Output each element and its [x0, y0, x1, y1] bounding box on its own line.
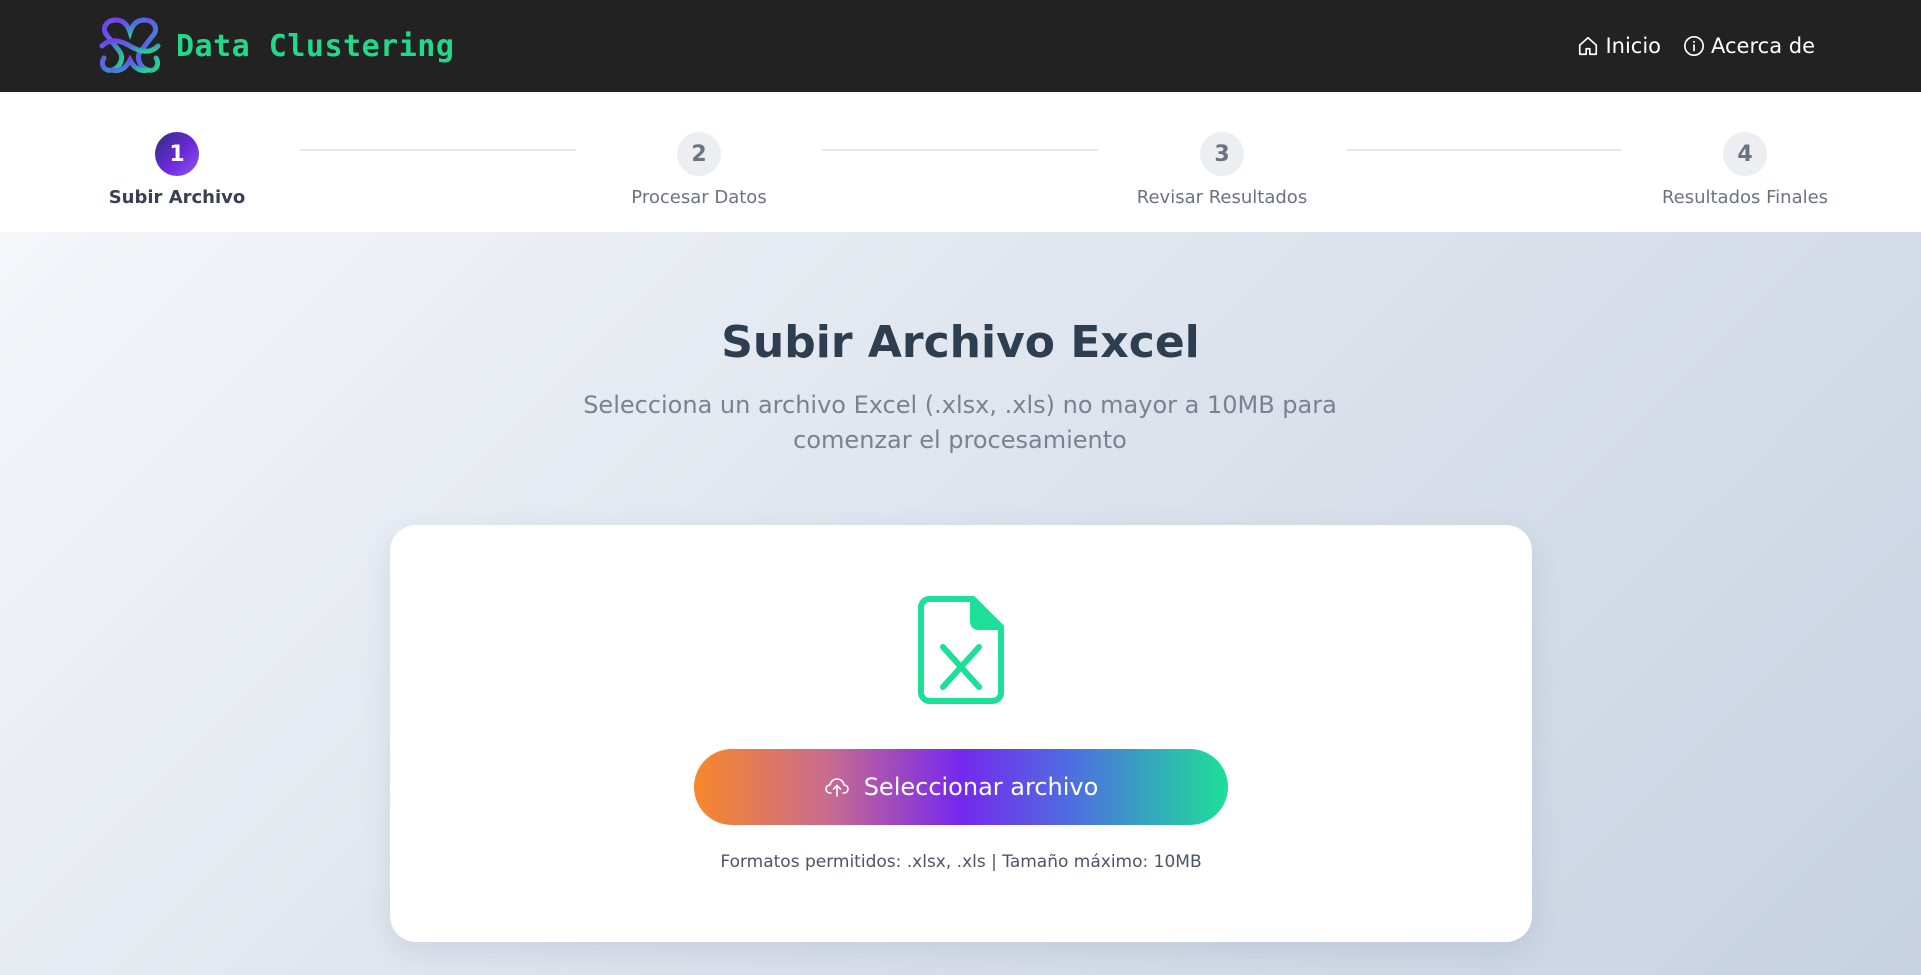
- main-content: Subir Archivo Excel Selecciona un archiv…: [0, 232, 1921, 975]
- page-subtitle: Selecciona un archivo Excel (.xlsx, .xls…: [583, 391, 1337, 454]
- nav-link-inicio[interactable]: Inicio: [1577, 34, 1661, 58]
- nav-link-acerca-de[interactable]: Acerca de: [1683, 34, 1815, 58]
- step-number: 1: [155, 132, 199, 176]
- brand-name: Data Clustering: [176, 28, 455, 64]
- step-number: 4: [1723, 132, 1767, 176]
- select-file-button[interactable]: Seleccionar archivo: [694, 749, 1228, 825]
- excel-file-icon: [917, 595, 1005, 705]
- select-file-label: Seleccionar archivo: [863, 773, 1099, 801]
- nav-label-acerca-de: Acerca de: [1711, 34, 1815, 58]
- main-nav: Inicio Acerca de: [1577, 28, 1815, 64]
- info-icon: [1684, 36, 1705, 56]
- step-label: Resultados Finales: [1661, 187, 1829, 208]
- nav-label-inicio: Inicio: [1605, 34, 1662, 58]
- step-connector: [300, 149, 576, 151]
- step-number: 2: [677, 132, 721, 176]
- step-connector: [1346, 149, 1622, 151]
- cloud-upload-icon: [824, 778, 849, 797]
- step-1[interactable]: 1 Subir Archivo: [27, 132, 327, 208]
- step-label: Revisar Resultados: [1136, 187, 1308, 208]
- upload-card: Seleccionar archivo Formatos permitidos:…: [390, 525, 1532, 942]
- step-label: Subir Archivo: [108, 187, 246, 208]
- step-number: 3: [1200, 132, 1244, 176]
- step-label: Procesar Datos: [631, 187, 767, 208]
- file-format-hint: Formatos permitidos: .xlsx, .xls | Tamañ…: [720, 852, 1202, 872]
- brand[interactable]: Data Clustering: [96, 14, 454, 78]
- step-connector: [822, 149, 1098, 151]
- page-title: Subir Archivo Excel: [721, 317, 1200, 368]
- step-4[interactable]: 4 Resultados Finales: [1595, 132, 1895, 208]
- step-3[interactable]: 3 Revisar Resultados: [1072, 132, 1372, 208]
- brand-logo-icon: [99, 17, 161, 73]
- step-2[interactable]: 2 Procesar Datos: [549, 132, 849, 208]
- home-icon: [1579, 36, 1598, 56]
- top-navbar: Data Clustering Inicio Acerca de: [0, 0, 1921, 92]
